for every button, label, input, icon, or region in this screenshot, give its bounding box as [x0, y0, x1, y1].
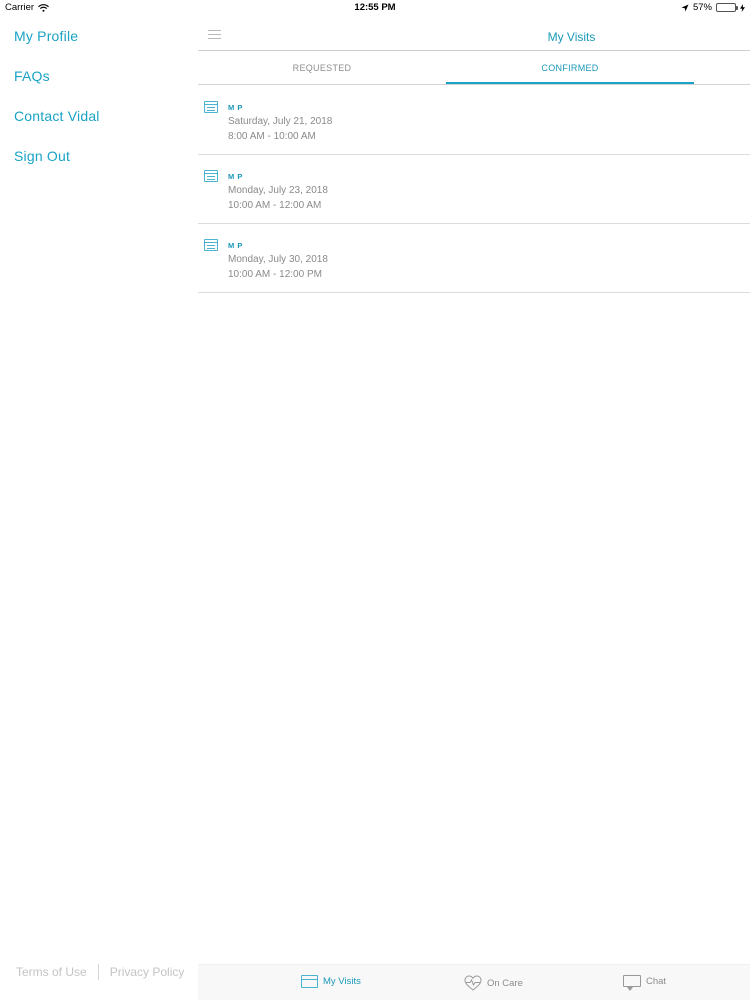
privacy-policy-link[interactable]: Privacy Policy	[110, 965, 185, 979]
location-arrow-icon	[681, 4, 689, 11]
menu-item-faqs[interactable]: FAQs	[14, 68, 50, 84]
tabbar-item-chat[interactable]: Chat	[623, 975, 667, 991]
heartbeat-icon	[464, 975, 482, 991]
chat-bubble-icon	[623, 975, 641, 991]
visit-caregiver-name: M P	[228, 241, 243, 250]
status-time: 12:55 PM	[354, 2, 396, 13]
visit-date: Saturday, July 21, 2018	[228, 116, 333, 127]
active-tab-indicator	[446, 82, 694, 84]
main-panel: My Visits REQUESTED CONFIRMED M P Saturd…	[198, 16, 750, 1000]
visit-list-item[interactable]: M P Saturday, July 21, 2018 8:00 AM - 10…	[198, 86, 750, 155]
calendar-icon	[204, 170, 218, 182]
tabbar-item-on-care[interactable]: On Care	[464, 975, 523, 991]
status-bar: Carrier 12:55 PM 57%	[0, 0, 750, 16]
visit-date: Monday, July 23, 2018	[228, 185, 328, 196]
side-menu: My Profile FAQs Contact Vidal Sign Out T…	[0, 16, 198, 1000]
tabbar-label: My Visits	[323, 976, 361, 987]
footer-divider	[97, 964, 99, 980]
charging-bolt-icon	[740, 3, 745, 12]
calendar-icon	[204, 101, 218, 113]
visit-caregiver-name: M P	[228, 103, 243, 112]
tab-confirmed[interactable]: CONFIRMED	[446, 52, 694, 84]
tabbar-label: On Care	[487, 977, 523, 989]
visit-tabs: REQUESTED CONFIRMED	[198, 52, 750, 85]
battery-icon	[716, 3, 738, 12]
menu-item-sign-out[interactable]: Sign Out	[14, 148, 70, 164]
tab-requested[interactable]: REQUESTED	[198, 52, 446, 84]
visit-time: 10:00 AM - 12:00 PM	[228, 269, 322, 280]
bottom-tab-bar: My Visits On Care Chat	[198, 964, 750, 1000]
page-title: My Visits	[547, 30, 596, 44]
visit-list: M P Saturday, July 21, 2018 8:00 AM - 10…	[198, 86, 750, 293]
terms-of-use-link[interactable]: Terms of Use	[16, 965, 87, 979]
visit-list-item[interactable]: M P Monday, July 23, 2018 10:00 AM - 12:…	[198, 155, 750, 224]
visit-time: 8:00 AM - 10:00 AM	[228, 131, 316, 142]
battery-percent: 57%	[692, 2, 712, 13]
visit-caregiver-name: M P	[228, 172, 243, 181]
calendar-icon	[204, 239, 218, 251]
menu-item-my-profile[interactable]: My Profile	[14, 28, 78, 44]
status-right: 57%	[681, 2, 745, 13]
menu-item-contact-vidal[interactable]: Contact Vidal	[14, 108, 100, 124]
tabbar-item-my-visits[interactable]: My Visits	[301, 975, 361, 988]
visit-list-item[interactable]: M P Monday, July 30, 2018 10:00 AM - 12:…	[198, 224, 750, 293]
tabbar-label: Chat	[646, 975, 667, 987]
side-menu-footer: Terms of Use Privacy Policy	[0, 964, 198, 980]
visit-time: 10:00 AM - 12:00 AM	[228, 200, 322, 211]
calendar-icon	[301, 975, 318, 988]
nav-bar: My Visits	[198, 16, 750, 51]
visit-date: Monday, July 30, 2018	[228, 254, 328, 265]
